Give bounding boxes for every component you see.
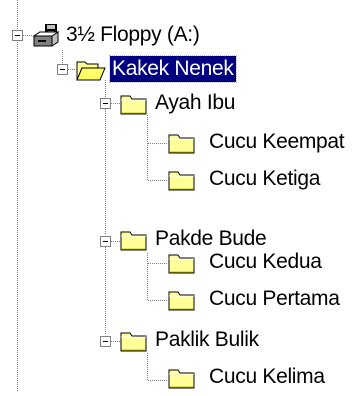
collapse-toggle-floppy[interactable] — [12, 30, 23, 41]
tree-label-cucu-kelima[interactable]: Cucu Kelima — [207, 364, 327, 390]
collapse-toggle-paklik-bulik[interactable] — [100, 336, 111, 347]
folder-icon — [168, 366, 196, 396]
folder-icon — [168, 131, 196, 161]
folder-icon — [168, 288, 196, 318]
tree-label-cucu-pertama[interactable]: Cucu Pertama — [207, 286, 342, 312]
folder-icon — [168, 251, 196, 281]
tree-label-cucu-ketiga[interactable]: Cucu Ketiga — [207, 166, 322, 192]
folder-icon — [120, 329, 148, 359]
tree-label-cucu-keempat[interactable]: Cucu Keempat — [207, 129, 346, 155]
tree-label-ayah-ibu[interactable]: Ayah Ibu — [153, 90, 237, 116]
folder-icon — [120, 92, 148, 122]
collapse-toggle-pakde-bude[interactable] — [100, 236, 111, 247]
tree-label-paklik-bulik[interactable]: Paklik Bulik — [153, 327, 261, 353]
floppy-drive-icon — [32, 22, 60, 54]
tree-label-floppy[interactable]: 3½ Floppy (A:) — [64, 22, 202, 48]
folder-open-icon — [76, 58, 106, 88]
collapse-toggle-ayah-ibu[interactable] — [100, 98, 111, 109]
folder-tree: 3½ Floppy (A:) Kakek Nenek Ayah Ibu Cucu… — [0, 0, 362, 391]
tree-label-cucu-kedua[interactable]: Cucu Kedua — [207, 249, 324, 275]
folder-icon — [168, 168, 196, 198]
collapse-toggle-kakek-nenek[interactable] — [57, 64, 68, 75]
tree-label-kakek-nenek[interactable]: Kakek Nenek — [109, 55, 237, 83]
folder-icon — [120, 228, 148, 258]
